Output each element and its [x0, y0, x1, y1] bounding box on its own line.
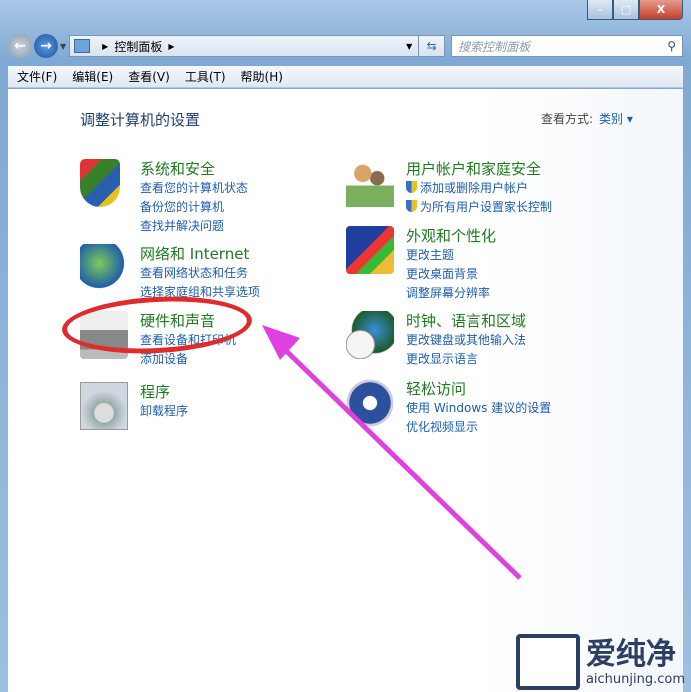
link[interactable]: 使用 Windows 建议的设置 — [406, 399, 551, 418]
link[interactable]: 为所有用户设置家长控制 — [406, 198, 552, 217]
appearance-icon[interactable] — [346, 226, 394, 274]
address-bar[interactable]: ▶ 控制面板 ▶ ▼ — [69, 35, 420, 57]
menu-edit[interactable]: 编辑(E) — [72, 68, 113, 85]
search-input[interactable]: 搜索控制面板 ⚲ — [451, 35, 683, 57]
category-programs: 程序 卸载程序 — [80, 382, 188, 430]
link-label: 添加或删除用户帐户 — [420, 181, 529, 195]
link[interactable]: 查找并解决问题 — [140, 217, 248, 236]
chevron-right-icon[interactable]: ▶ — [102, 42, 108, 51]
watermark-logo-icon — [515, 634, 580, 690]
category-title[interactable]: 时钟、语言和区域 — [406, 311, 526, 331]
link[interactable]: 调整屏幕分辨率 — [406, 284, 496, 303]
link[interactable]: 更改桌面背景 — [406, 265, 496, 284]
users-icon[interactable] — [346, 159, 394, 207]
link[interactable]: 卸载程序 — [140, 402, 188, 421]
category-title[interactable]: 程序 — [140, 382, 188, 402]
network-globe-icon[interactable] — [80, 244, 128, 292]
forward-button[interactable]: → — [34, 34, 58, 58]
link[interactable]: 更改显示语言 — [406, 350, 526, 369]
link[interactable]: 更改主题 — [406, 246, 496, 265]
menu-bar: 文件(F) 编辑(E) 查看(V) 工具(T) 帮助(H) — [8, 66, 683, 88]
category-ease-of-access: 轻松访问 使用 Windows 建议的设置 优化视频显示 — [346, 379, 551, 437]
category-appearance: 外观和个性化 更改主题 更改桌面背景 调整屏幕分辨率 — [346, 226, 496, 303]
content-area: 调整计算机的设置 查看方式: 类别 ▾ 系统和安全 查看您的计算机状态 备份您的… — [8, 89, 683, 692]
category-title[interactable]: 系统和安全 — [140, 159, 248, 179]
shield-icon[interactable] — [80, 159, 120, 207]
page-title: 调整计算机的设置 — [80, 111, 201, 129]
category-title[interactable]: 网络和 Internet — [140, 244, 260, 264]
watermark: 爱纯净 aichunjing.com — [515, 634, 685, 690]
category-title[interactable]: 轻松访问 — [406, 379, 551, 399]
category-user-accounts: 用户帐户和家庭安全 添加或删除用户帐户 为所有用户设置家长控制 — [346, 159, 552, 217]
clock-globe-icon[interactable] — [346, 311, 394, 359]
uac-shield-icon — [406, 181, 417, 193]
link[interactable]: 备份您的计算机 — [140, 198, 248, 217]
link[interactable]: 更改键盘或其他输入法 — [406, 331, 526, 350]
link[interactable]: 优化视频显示 — [406, 418, 551, 437]
back-button[interactable]: ← — [8, 34, 32, 58]
search-icon[interactable]: ⚲ — [667, 39, 676, 53]
refresh-button[interactable]: ⇆ — [419, 35, 446, 57]
recent-pages-dropdown[interactable]: ▼ — [60, 42, 66, 51]
ease-of-access-icon[interactable] — [346, 379, 394, 427]
menu-help[interactable]: 帮助(H) — [241, 68, 283, 85]
category-title[interactable]: 用户帐户和家庭安全 — [406, 159, 552, 179]
chevron-right-icon[interactable]: ▶ — [168, 42, 174, 51]
category-network: 网络和 Internet 查看网络状态和任务 选择家庭组和共享选项 — [80, 244, 260, 302]
link-label: 为所有用户设置家长控制 — [420, 200, 553, 214]
view-by-dropdown[interactable]: 类别 ▾ — [599, 110, 633, 127]
menu-view[interactable]: 查看(V) — [128, 68, 170, 85]
watermark-name: 爱纯净 — [585, 636, 676, 672]
programs-icon[interactable] — [80, 382, 128, 430]
view-by-label: 查看方式: — [540, 112, 593, 126]
close-button[interactable]: X — [639, 0, 683, 20]
search-placeholder: 搜索控制面板 — [458, 39, 531, 54]
minimize-button[interactable]: – — [587, 0, 613, 20]
link[interactable]: 查看网络状态和任务 — [140, 264, 260, 283]
uac-shield-icon — [406, 200, 417, 212]
navigation-bar: ← → ▼ ▶ 控制面板 ▶ ▼ ⇆ 搜索控制面板 ⚲ — [8, 33, 683, 59]
link[interactable]: 添加或删除用户帐户 — [406, 179, 552, 198]
category-title[interactable]: 外观和个性化 — [406, 226, 496, 246]
menu-file[interactable]: 文件(F) — [17, 68, 57, 85]
watermark-url: aichunjing.com — [585, 671, 685, 687]
menu-tools[interactable]: 工具(T) — [185, 68, 226, 85]
category-system-security: 系统和安全 查看您的计算机状态 备份您的计算机 查找并解决问题 — [80, 159, 248, 236]
category-clock-region: 时钟、语言和区域 更改键盘或其他输入法 更改显示语言 — [346, 311, 526, 369]
control-panel-icon — [74, 39, 91, 53]
breadcrumb-control-panel[interactable]: 控制面板 — [114, 38, 162, 55]
window-controls: – □ X — [587, 0, 683, 20]
maximize-button[interactable]: □ — [613, 0, 639, 20]
link[interactable]: 查看您的计算机状态 — [140, 179, 248, 198]
address-dropdown-icon[interactable]: ▼ — [400, 42, 418, 51]
